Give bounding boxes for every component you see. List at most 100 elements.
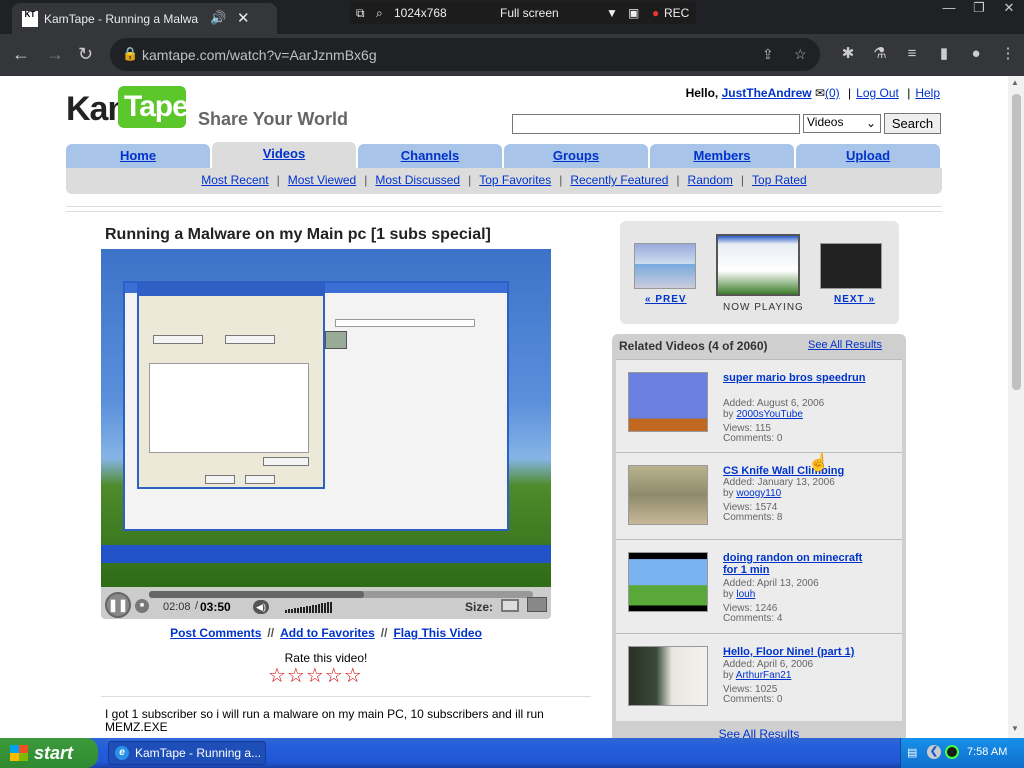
related-video-title[interactable]: doing randon on minecraft for 1 min	[723, 552, 873, 576]
subnav-random[interactable]: Random	[688, 173, 733, 187]
profile-avatar-icon[interactable]: ●	[960, 45, 992, 62]
close-tab-icon[interactable]: ✕	[237, 9, 250, 27]
player-controls: ❚❚ ■ 02:08 / 03:50 ◀) Size:	[101, 587, 551, 619]
related-video-author-link[interactable]: ArthurFan21	[736, 670, 792, 681]
search-type-value: Videos	[807, 115, 844, 129]
search-type-select[interactable]: Videos ⌄	[803, 114, 881, 133]
related-video-title[interactable]: CS Knife Wall Climbing	[723, 465, 873, 477]
minimize-icon[interactable]: —	[934, 0, 964, 15]
related-video-title[interactable]: Hello, Floor Nine! (part 1)	[723, 646, 873, 658]
related-video-comments: Comments: 8	[723, 512, 783, 523]
normal-size-icon[interactable]	[501, 599, 519, 612]
prev-link[interactable]: « PREV	[645, 294, 687, 305]
related-video-thumbnail[interactable]	[628, 372, 708, 432]
start-button[interactable]: start	[0, 738, 98, 768]
video-navigator: « PREV NOW PLAYING NEXT »	[620, 221, 899, 324]
subnav-most-recent[interactable]: Most Recent	[201, 173, 268, 187]
post-comments-link[interactable]: Post Comments	[170, 626, 261, 640]
tray-app-icon[interactable]	[945, 745, 959, 759]
taskbar-window-button[interactable]: e KamTape - Running a...	[108, 741, 266, 765]
chevron-down-icon[interactable]: ▼	[606, 6, 618, 20]
logout-link[interactable]: Log Out	[856, 86, 899, 100]
side-panel-icon[interactable]: ▮	[928, 44, 960, 62]
seek-bar[interactable]	[149, 591, 533, 598]
restore-icon[interactable]: ❐	[964, 0, 994, 16]
now-playing-thumbnail[interactable]	[716, 234, 800, 296]
subnav-most-viewed[interactable]: Most Viewed	[288, 173, 356, 187]
related-video-item[interactable]: CS Knife Wall Climbing Added: January 13…	[616, 452, 902, 539]
tab-videos[interactable]: Videos	[212, 142, 356, 168]
tab-members[interactable]: Members	[650, 144, 794, 168]
inbox-count-link[interactable]: (0)	[825, 86, 840, 100]
related-video-author-link[interactable]: woogy110	[736, 488, 781, 499]
subnav-top-favorites[interactable]: Top Favorites	[479, 173, 551, 187]
subnav-top-rated[interactable]: Top Rated	[752, 173, 807, 187]
fullscreen-size-icon[interactable]	[527, 597, 547, 612]
tab-groups[interactable]: Groups	[504, 144, 648, 168]
flag-video-link[interactable]: Flag This Video	[393, 626, 481, 640]
related-video-author-link[interactable]: louh	[736, 589, 755, 600]
bookmark-star-icon[interactable]: ☆	[794, 46, 807, 63]
related-video-thumbnail[interactable]	[628, 646, 708, 706]
mail-icon[interactable]: ✉	[815, 86, 825, 100]
url-text[interactable]: kamtape.com/watch?v=AarJznmBx6g	[142, 47, 377, 63]
media-queue-icon[interactable]: ≡	[896, 45, 928, 62]
see-all-results-link[interactable]: See All Results	[808, 339, 882, 351]
extensions-puzzle-icon[interactable]: ✱	[832, 44, 864, 62]
page-scrollbar[interactable]: ▲ ▼	[1008, 76, 1024, 738]
window-icon[interactable]: ⧉	[356, 6, 365, 21]
scroll-up-icon[interactable]: ▲	[1011, 78, 1019, 87]
tab-home[interactable]: Home	[66, 144, 210, 168]
lab-flask-icon[interactable]: ⚗	[864, 44, 896, 62]
related-video-item[interactable]: doing randon on minecraft for 1 min Adde…	[616, 539, 902, 633]
related-video-author-link[interactable]: 2000sYouTube	[736, 409, 803, 420]
search-input[interactable]	[512, 114, 800, 134]
time-separator: /	[195, 600, 199, 612]
volume-icon[interactable]: ◀)	[253, 600, 269, 614]
search-button[interactable]: Search	[884, 113, 941, 134]
scrollbar-thumb[interactable]	[1012, 94, 1021, 390]
subnav-recently-featured[interactable]: Recently Featured	[570, 173, 668, 187]
share-icon[interactable]: ⇪	[762, 46, 774, 63]
zoom-icon[interactable]: ⌕	[376, 6, 383, 21]
tray-arrow-icon[interactable]: ❮	[927, 745, 941, 759]
related-video-item[interactable]: super mario bros speedrun Added: August …	[616, 359, 902, 452]
tab-channels[interactable]: Channels	[358, 144, 502, 168]
recorder-mode[interactable]: Full screen	[500, 6, 559, 20]
prev-video-thumbnail[interactable]	[634, 243, 696, 289]
stop-button[interactable]: ■	[135, 599, 149, 613]
username-link[interactable]: JustTheAndrew	[722, 86, 812, 100]
related-video-title[interactable]: super mario bros speedrun	[723, 372, 873, 384]
scroll-down-icon[interactable]: ▼	[1011, 724, 1019, 733]
related-video-thumbnail[interactable]	[628, 552, 708, 612]
camera-icon[interactable]: ▣	[628, 6, 639, 20]
rating-stars[interactable]: ☆☆☆☆☆	[268, 663, 378, 687]
recorder-rec-label[interactable]: REC	[664, 6, 689, 20]
close-window-icon[interactable]: ✕	[994, 0, 1024, 16]
pause-button[interactable]: ❚❚	[105, 592, 131, 618]
tab-upload[interactable]: Upload	[796, 144, 940, 168]
back-icon[interactable]: ←	[12, 44, 30, 65]
related-video-item[interactable]: Hello, Floor Nine! (part 1) Added: April…	[616, 633, 902, 721]
see-all-results-bottom-link[interactable]: See All Results	[612, 727, 906, 738]
system-clock: 7:58 AM	[967, 746, 1008, 758]
next-video-thumbnail[interactable]	[820, 243, 882, 289]
help-link[interactable]: Help	[915, 86, 940, 100]
add-to-favorites-link[interactable]: Add to Favorites	[280, 626, 375, 640]
subnav-most-discussed[interactable]: Most Discussed	[375, 173, 460, 187]
lock-icon[interactable]: 🔒	[122, 46, 138, 62]
keyboard-icon[interactable]: ▤	[907, 746, 917, 759]
browser-tab[interactable]: KT KamTape - Running a Malware o 🔊 ✕	[12, 3, 277, 34]
address-bar[interactable]: 🔒 kamtape.com/watch?v=AarJznmBx6g ⇪ ☆	[110, 38, 820, 71]
related-video-thumbnail[interactable]	[628, 465, 708, 525]
next-link[interactable]: NEXT »	[834, 294, 875, 305]
volume-slider[interactable]	[285, 601, 337, 613]
menu-kebab-icon[interactable]: ⋮	[992, 44, 1024, 62]
audio-playing-icon[interactable]: 🔊	[210, 10, 226, 26]
video-frame[interactable]	[101, 249, 551, 587]
reload-icon[interactable]: ↻	[78, 44, 93, 65]
browser-tab-bar: KT KamTape - Running a Malware o 🔊 ✕ ⧉ ⌕…	[0, 0, 1024, 34]
kamtape-page: Kam Tape Share Your World Hello, JustThe…	[0, 76, 1008, 738]
forward-icon[interactable]: →	[46, 44, 64, 65]
video-player[interactable]	[101, 249, 551, 587]
